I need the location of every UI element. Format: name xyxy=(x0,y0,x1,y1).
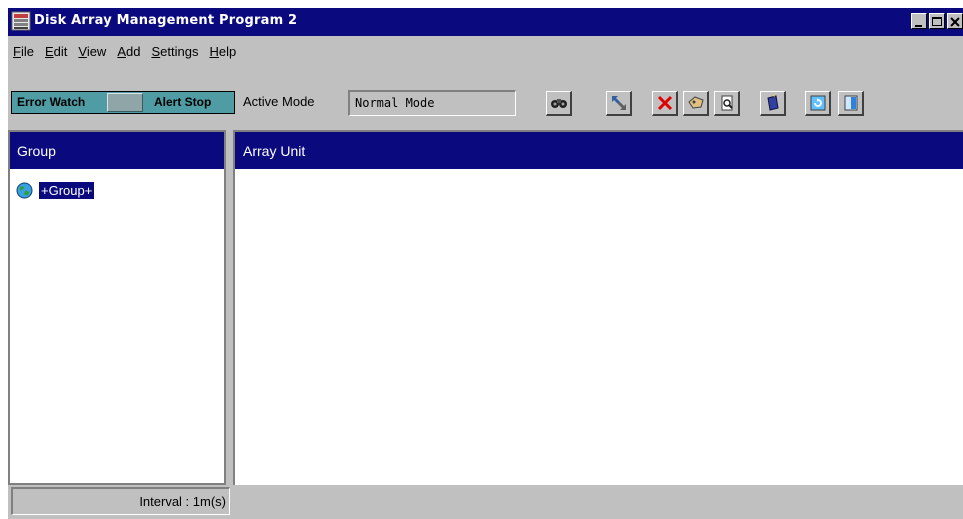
interval-status: Interval : 1m(s) xyxy=(11,487,230,515)
group-header: Group xyxy=(10,132,224,169)
refresh-icon[interactable] xyxy=(805,91,831,116)
group-panel: Group +Group+ xyxy=(8,130,226,485)
watch-mode-switch[interactable]: Error Watch Alert Stop xyxy=(11,91,235,114)
toolbar: Error Watch Alert Stop Active Mode Norma… xyxy=(8,82,963,120)
error-watch-label: Error Watch xyxy=(17,95,86,109)
menu-help[interactable]: Help xyxy=(209,44,236,59)
tree-item-group[interactable]: +Group+ xyxy=(16,180,95,200)
active-mode-field: Normal Mode xyxy=(348,90,516,116)
menu-bar: File Edit View Add Settings Help xyxy=(8,39,247,63)
menu-add[interactable]: Add xyxy=(117,44,140,59)
minimize-icon[interactable] xyxy=(911,13,927,29)
menu-view[interactable]: View xyxy=(78,44,106,59)
maximize-icon[interactable] xyxy=(929,13,945,29)
window-title: Disk Array Management Program 2 xyxy=(34,13,298,28)
app-icon xyxy=(11,11,31,31)
array-unit-panel: Array Unit xyxy=(233,130,963,485)
book-icon[interactable] xyxy=(760,91,786,116)
search-document-icon[interactable] xyxy=(714,91,740,116)
switch-knob[interactable] xyxy=(107,93,143,112)
active-mode-label: Active Mode xyxy=(243,94,315,109)
expand-arrows-icon[interactable] xyxy=(606,91,632,116)
title-bar[interactable]: Disk Array Management Program 2 xyxy=(8,8,963,36)
binoculars-icon[interactable] xyxy=(546,91,572,116)
close-icon[interactable] xyxy=(947,13,963,29)
menu-edit[interactable]: Edit xyxy=(45,44,67,59)
tag-icon[interactable] xyxy=(683,91,709,116)
delete-x-icon[interactable] xyxy=(652,91,678,116)
array-unit-header: Array Unit xyxy=(235,132,963,169)
window-controls xyxy=(911,13,963,31)
tree-item-label: +Group+ xyxy=(39,181,95,199)
app-window: Disk Array Management Program 2 File Edi… xyxy=(8,8,963,519)
alert-stop-label: Alert Stop xyxy=(154,95,212,109)
menu-file[interactable]: File xyxy=(13,44,34,59)
globe-icon xyxy=(16,182,33,198)
menu-settings[interactable]: Settings xyxy=(151,44,198,59)
exit-door-icon[interactable] xyxy=(838,91,864,116)
